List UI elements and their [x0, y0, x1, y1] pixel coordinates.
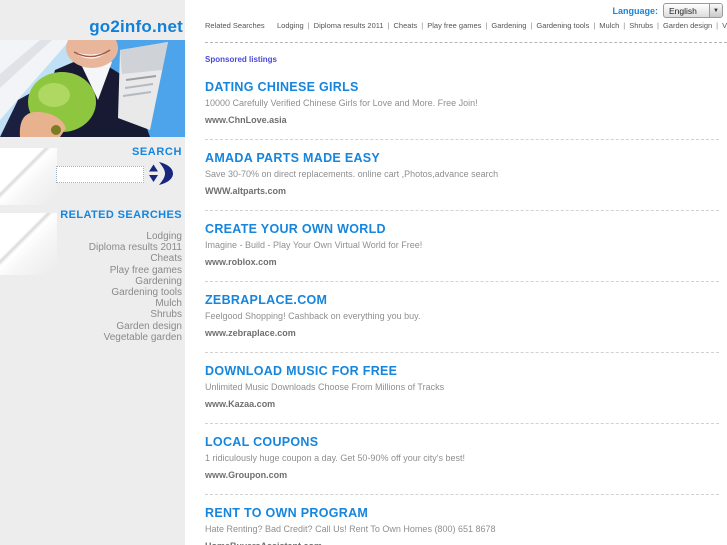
sidebar-link-mulch[interactable]: Mulch [89, 298, 182, 309]
language-bar: Language: English ▼ [612, 3, 723, 18]
sponsored-listings-label: Sponsored listings [205, 55, 278, 64]
listing-title[interactable]: LOCAL COUPONS [205, 435, 318, 449]
sidebar-link-vegetablegarden[interactable]: Vegetable garden [89, 332, 182, 343]
top-link-mulch[interactable]: Mulch [599, 21, 619, 30]
listing-title[interactable]: DOWNLOAD MUSIC FOR FREE [205, 364, 397, 378]
listing-url[interactable]: www.Kazaa.com [205, 399, 275, 409]
sidebar-link-gardendesign[interactable]: Garden design [89, 321, 182, 332]
sidebar-link-gardening[interactable]: Gardening [89, 276, 182, 287]
listing-url[interactable]: www.Groupon.com [205, 470, 287, 480]
listing-description: Feelgood Shopping! Cashback on everythin… [205, 311, 421, 321]
top-link-lodging[interactable]: Lodging [277, 21, 304, 30]
link-separator: | [387, 21, 390, 30]
link-separator: | [716, 21, 719, 30]
listing-url[interactable]: www.zebraplace.com [205, 328, 296, 338]
listing-description: Imagine - Build - Play Your Own Virtual … [205, 240, 423, 250]
listing-description: Hate Renting? Bad Credit? Call Us! Rent … [205, 524, 496, 534]
listing-title[interactable]: DATING CHINESE GIRLS [205, 80, 359, 94]
listing-url[interactable]: WWW.altparts.com [205, 186, 286, 196]
listing-url[interactable]: HomeBuyersAssistant.com [205, 541, 322, 545]
language-select[interactable]: English ▼ [663, 3, 723, 18]
hero-photo [0, 40, 185, 137]
listing-description: Save 30-70% on direct replacements. onli… [205, 169, 499, 179]
top-link-diploma[interactable]: Diploma results 2011 [314, 21, 384, 30]
listing-title[interactable]: AMADA PARTS MADE EASY [205, 151, 380, 165]
page: go2info.net SEARCH RELATED SEARCHES Lodg… [0, 0, 727, 545]
listing-item: LOCAL COUPONS 1 ridiculously huge coupon… [205, 424, 719, 495]
go-arrow-icon [149, 162, 173, 185]
search-input[interactable] [56, 166, 144, 183]
top-link-cheats[interactable]: Cheats [394, 21, 418, 30]
sidebar-link-cheats[interactable]: Cheats [89, 253, 182, 264]
sponsored-listings: DATING CHINESE GIRLS 10000 Carefully Ver… [205, 69, 719, 545]
listing-title[interactable]: ZEBRAPLACE.COM [205, 293, 327, 307]
main-content: Language: English ▼ Related Searches Lod… [185, 0, 727, 545]
sidebar-link-lodging[interactable]: Lodging [89, 231, 182, 242]
language-selected-value: English [669, 6, 697, 16]
decor-stripe [0, 213, 57, 275]
listing-title[interactable]: CREATE YOUR OWN WORLD [205, 222, 386, 236]
sidebar-link-diploma[interactable]: Diploma results 2011 [89, 242, 182, 253]
top-related-label: Related Searches [205, 21, 265, 30]
listing-item: DATING CHINESE GIRLS 10000 Carefully Ver… [205, 69, 719, 140]
link-separator: | [421, 21, 424, 30]
chevron-down-icon[interactable]: ▼ [709, 4, 722, 17]
decor-stripe [0, 148, 57, 205]
listing-url[interactable]: www.roblox.com [205, 257, 277, 267]
listing-title[interactable]: RENT TO OWN PROGRAM [205, 506, 368, 520]
related-searches-title: RELATED SEARCHES [60, 209, 182, 221]
sidebar-link-shrubs[interactable]: Shrubs [89, 309, 182, 320]
top-link-shrubs[interactable]: Shrubs [629, 21, 653, 30]
listing-description: Unlimited Music Downloads Choose From Mi… [205, 382, 445, 392]
listing-description: 10000 Carefully Verified Chinese Girls f… [205, 98, 478, 108]
sidebar-link-playfreegames[interactable]: Play free games [89, 265, 182, 276]
sidebar-link-gardeningtools[interactable]: Gardening tools [89, 287, 182, 298]
site-logo: go2info.net [89, 17, 183, 36]
link-separator: | [530, 21, 533, 30]
top-link-gardeningtools[interactable]: Gardening tools [536, 21, 589, 30]
top-link-vegetablegarden[interactable]: Vegetable garden [722, 21, 727, 30]
sidebar: go2info.net SEARCH RELATED SEARCHES Lodg… [0, 0, 185, 545]
header-divider [205, 42, 727, 43]
top-link-gardening[interactable]: Gardening [491, 21, 526, 30]
listing-item: RENT TO OWN PROGRAM Hate Renting? Bad Cr… [205, 495, 719, 545]
search-go-button[interactable] [147, 161, 175, 187]
link-separator: | [623, 21, 626, 30]
top-related-links: Lodging | Diploma results 2011 | Cheats | P… [277, 21, 727, 30]
language-label: Language: [612, 5, 658, 16]
search-label: SEARCH [131, 146, 182, 158]
top-link-gardendesign[interactable]: Garden design [663, 21, 712, 30]
link-separator: | [657, 21, 659, 30]
link-separator: | [307, 21, 310, 30]
listing-url[interactable]: www.ChnLove.asia [205, 115, 287, 125]
top-link-playfreegames[interactable]: Play free games [427, 21, 481, 30]
link-separator: | [485, 21, 488, 30]
related-searches-list: Lodging Diploma results 2011 Cheats Play… [89, 231, 182, 343]
listing-item: CREATE YOUR OWN WORLD Imagine - Build - … [205, 211, 719, 282]
listing-item: DOWNLOAD MUSIC FOR FREE Unlimited Music … [205, 353, 719, 424]
listing-description: 1 ridiculously huge coupon a day. Get 50… [205, 453, 466, 463]
top-related-row: Related Searches Lodging | Diploma result… [205, 21, 727, 30]
listing-item: ZEBRAPLACE.COM Feelgood Shopping! Cashba… [205, 282, 719, 353]
link-separator: | [593, 21, 596, 30]
listing-item: AMADA PARTS MADE EASY Save 30-70% on dir… [205, 140, 719, 211]
